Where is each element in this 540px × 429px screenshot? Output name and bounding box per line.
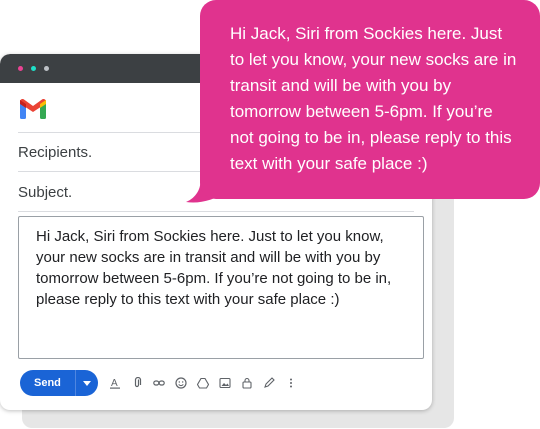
image-icon[interactable] [218, 376, 232, 390]
drive-icon[interactable] [196, 376, 210, 390]
close-dot[interactable] [18, 66, 23, 71]
pen-icon[interactable] [262, 376, 276, 390]
attach-icon[interactable] [130, 376, 144, 390]
caret-down-icon [82, 380, 91, 386]
message-body[interactable]: Hi Jack, Siri from Sockies here. Just to… [18, 216, 424, 359]
send-button-group: Send [20, 370, 98, 396]
emoji-icon[interactable] [174, 376, 188, 390]
send-options-button[interactable] [76, 370, 98, 396]
sms-bubble-text: Hi Jack, Siri from Sockies here. Just to… [230, 24, 517, 173]
text-format-icon[interactable]: A [108, 376, 122, 390]
compose-toolbar: Send A [20, 370, 298, 396]
link-icon[interactable] [152, 376, 166, 390]
subject-placeholder: Subject. [18, 183, 73, 201]
gmail-logo-icon [20, 99, 46, 119]
send-button[interactable]: Send [20, 370, 75, 396]
sms-bubble: Hi Jack, Siri from Sockies here. Just to… [200, 0, 540, 199]
more-icon[interactable] [284, 376, 298, 390]
svg-text:A: A [111, 378, 118, 389]
recipients-placeholder: Recipients. [18, 143, 93, 161]
maximize-dot[interactable] [44, 66, 49, 71]
lock-icon[interactable] [240, 376, 254, 390]
minimize-dot[interactable] [31, 66, 36, 71]
